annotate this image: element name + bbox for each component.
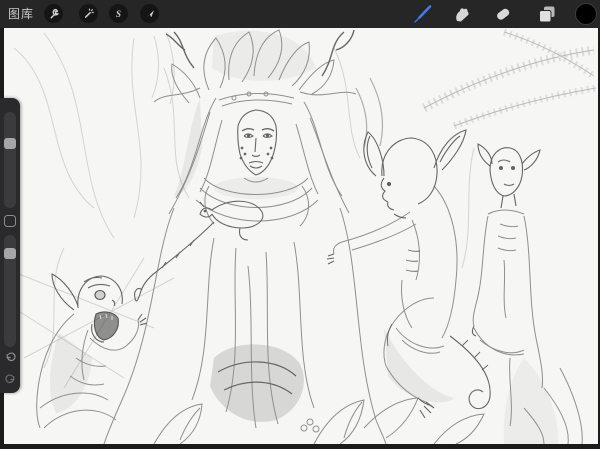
eraser-icon bbox=[491, 2, 515, 26]
selections-button[interactable]: S bbox=[109, 4, 128, 23]
redo-button[interactable] bbox=[3, 371, 17, 387]
gallery-button[interactable]: 图库 bbox=[8, 0, 34, 28]
undo-icon bbox=[4, 351, 17, 364]
brush-sidebar bbox=[0, 98, 20, 393]
color-swatch-button[interactable] bbox=[575, 3, 597, 25]
erase-tool-button[interactable] bbox=[491, 2, 515, 26]
magic-wand-icon bbox=[82, 7, 95, 20]
drawing-canvas[interactable] bbox=[4, 28, 598, 444]
paintbrush-icon bbox=[411, 2, 435, 26]
brush-opacity-handle[interactable] bbox=[4, 248, 16, 259]
artwork-figures-mid bbox=[37, 30, 583, 444]
top-toolbar: 图库 S bbox=[0, 0, 600, 28]
artwork-background-lines bbox=[4, 32, 474, 388]
modify-button[interactable] bbox=[4, 215, 16, 227]
undo-button[interactable] bbox=[3, 349, 17, 365]
smudge-finger-icon bbox=[450, 2, 474, 26]
brush-size-slider[interactable] bbox=[4, 112, 16, 208]
paint-tool-button[interactable] bbox=[411, 2, 435, 26]
canvas-artwork-sketch bbox=[4, 28, 598, 444]
layers-button[interactable] bbox=[535, 2, 559, 26]
brush-size-handle[interactable] bbox=[4, 138, 16, 149]
transform-button[interactable] bbox=[140, 4, 159, 23]
selection-s-icon: S bbox=[112, 7, 125, 20]
smudge-tool-button[interactable] bbox=[450, 2, 474, 26]
procreate-window: 图库 S bbox=[0, 0, 600, 449]
svg-text:S: S bbox=[116, 9, 121, 19]
redo-icon bbox=[4, 373, 17, 386]
layers-icon bbox=[535, 2, 559, 26]
move-arrow-icon bbox=[143, 7, 156, 20]
adjustments-button[interactable] bbox=[79, 4, 98, 23]
wrench-icon bbox=[47, 7, 60, 20]
actions-button[interactable] bbox=[44, 4, 63, 23]
artwork-ferns bbox=[356, 32, 596, 148]
